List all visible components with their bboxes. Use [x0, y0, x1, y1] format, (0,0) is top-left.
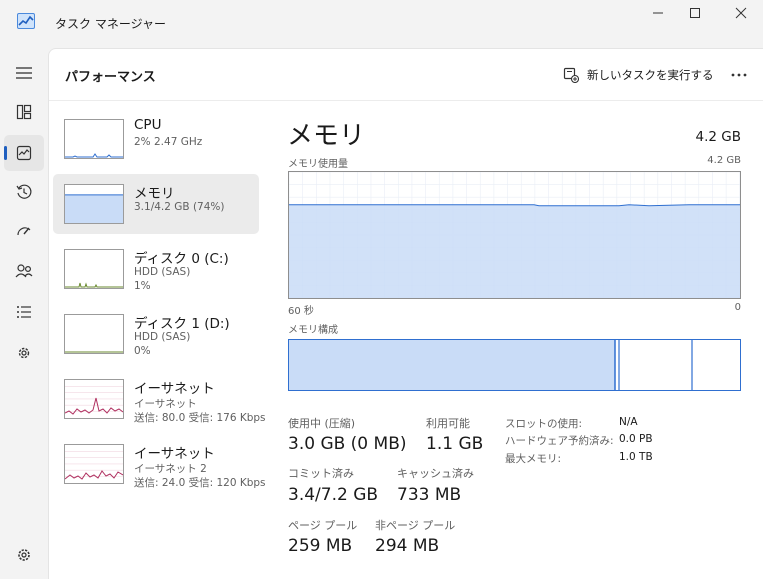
- device-thumbnail-graph: [64, 184, 124, 224]
- app-history-icon: [16, 184, 32, 199]
- slots-used-value: N/A: [619, 416, 638, 428]
- settings-icon: [18, 549, 30, 561]
- device-item-memory[interactable]: メモリ 3.1/4.2 GB (74%): [53, 174, 259, 234]
- run-new-task-button[interactable]: 新しいタスクを実行する: [563, 63, 714, 87]
- minimize-button[interactable]: [637, 2, 679, 24]
- nav-processes[interactable]: [4, 94, 44, 130]
- stat-paged-pool-label: ページ プール: [288, 519, 358, 532]
- hamburger-menu-icon: [16, 67, 32, 79]
- memory-usage-graph: [288, 171, 741, 299]
- device-subtitle: HDD (SAS): [134, 266, 191, 278]
- composition-in-use: [289, 340, 615, 390]
- hardware-reserved-label: ハードウェア予約済み:: [505, 435, 614, 447]
- device-thumbnail-graph: [64, 314, 124, 354]
- device-detail: 1%: [134, 280, 151, 292]
- device-item-disk[interactable]: ディスク 0 (C:) HDD (SAS) 1%: [53, 239, 259, 299]
- thumbnail-line: [65, 153, 123, 158]
- users-icon: [15, 264, 33, 278]
- composition-label: メモリ構成: [288, 325, 338, 336]
- nav-settings[interactable]: [4, 537, 44, 573]
- maximize-icon: [690, 8, 700, 18]
- nav-details[interactable]: [4, 294, 44, 330]
- window-title: タスク マネージャー: [55, 17, 166, 31]
- new-task-icon: [563, 67, 579, 83]
- stat-nonpaged-pool-value: 294 MB: [375, 536, 440, 556]
- thumbnail-line: [65, 282, 123, 288]
- device-name: ディスク 1 (D:): [134, 316, 230, 332]
- stat-cached-value: 733 MB: [397, 485, 462, 505]
- run-new-task-label: 新しいタスクを実行する: [587, 68, 714, 82]
- stat-available-value: 1.1 GB: [426, 434, 484, 454]
- detail-total-memory: 4.2 GB: [695, 129, 741, 145]
- details-icon: [17, 306, 31, 318]
- thumbnail-fill: [65, 194, 123, 223]
- nav-services[interactable]: [4, 335, 44, 371]
- usage-area: [289, 204, 740, 298]
- device-name: メモリ: [134, 186, 175, 202]
- device-item-network[interactable]: イーサネット イーサネット 2 送信: 24.0 受信: 120 Kbps: [53, 434, 266, 494]
- stat-in-use-value: 3.0 GB (0 MB): [288, 434, 407, 454]
- device-name: イーサネット: [134, 446, 215, 462]
- thumbnail-line: [65, 470, 123, 480]
- page-header: パフォーマンス 新しいタスクを実行する: [49, 49, 763, 101]
- device-detail: 0%: [134, 345, 151, 357]
- close-button[interactable]: [720, 2, 762, 24]
- device-item-cpu[interactable]: CPU 2% 2.47 GHz: [53, 109, 259, 169]
- device-name: イーサネット: [134, 381, 215, 397]
- max-memory-value: 1.0 TB: [619, 451, 653, 463]
- stat-cached-label: キャッシュ済み: [397, 467, 474, 480]
- hardware-reserved-value: 0.0 PB: [619, 433, 653, 445]
- max-memory-label: 最大メモリ:: [505, 453, 562, 465]
- usage-graph-label: メモリ使用量: [288, 159, 348, 170]
- minimize-icon: [653, 12, 663, 14]
- processes-icon: [16, 104, 32, 120]
- device-subtitle: 3.1/4.2 GB (74%): [134, 201, 225, 213]
- device-list: CPU 2% 2.47 GHz メモリ 3.1/4.2 GB (74%) ディスク 0 …: [53, 109, 266, 499]
- device-subtitle: 2% 2.47 GHz: [134, 136, 203, 148]
- detail-title: メモリ: [287, 121, 366, 151]
- memory-composition-bar: [288, 339, 741, 391]
- nav-menu-button[interactable]: [4, 55, 44, 91]
- stat-nonpaged-pool-label: 非ページ プール: [375, 519, 456, 532]
- device-item-disk[interactable]: ディスク 1 (D:) HDD (SAS) 0%: [53, 304, 259, 364]
- device-detail: 送信: 24.0 受信: 120 Kbps: [134, 477, 266, 489]
- startup-apps-icon: [17, 227, 31, 236]
- more-icon: [731, 73, 747, 77]
- slots-used-label: スロットの使用:: [505, 418, 583, 430]
- stat-available-label: 利用可能: [426, 417, 470, 430]
- content-surface: パフォーマンス 新しいタスクを実行する CPU 2% 2.47 GHz メモリ 3.1…: [48, 48, 763, 579]
- device-subtitle: イーサネット: [134, 398, 197, 410]
- page-title: パフォーマンス: [65, 70, 156, 85]
- device-item-network[interactable]: イーサネット イーサネット送信: 80.0 受信: 176 Kbps: [53, 369, 266, 429]
- device-thumbnail-graph: [64, 119, 124, 159]
- close-icon: [735, 7, 747, 19]
- graph-time-right: 0: [734, 302, 741, 313]
- stat-in-use-label: 使用中 (圧縮): [288, 417, 356, 430]
- usage-graph-max: 4.2 GB: [707, 155, 741, 166]
- title-bar: タスク マネージャー: [0, 0, 763, 48]
- stat-committed-value: 3.4/7.2 GB: [288, 485, 379, 505]
- stat-paged-pool-value: 259 MB: [288, 536, 353, 556]
- device-detail: 送信: 80.0 受信: 176 Kbps: [134, 412, 266, 424]
- device-thumbnail-graph: [64, 249, 124, 289]
- device-subtitle: イーサネット 2: [134, 463, 207, 475]
- nav-app-history[interactable]: [4, 174, 44, 210]
- nav-users[interactable]: [4, 253, 44, 289]
- stat-committed-label: コミット済み: [288, 467, 354, 480]
- nav-performance[interactable]: [4, 135, 44, 171]
- performance-icon: [16, 145, 32, 161]
- services-icon: [18, 347, 30, 359]
- device-thumbnail-graph: [64, 379, 124, 419]
- device-name: CPU: [134, 117, 162, 133]
- device-thumbnail-graph: [64, 444, 124, 484]
- device-subtitle: HDD (SAS): [134, 331, 191, 343]
- task-manager-app-icon: [17, 13, 35, 29]
- device-name: ディスク 0 (C:): [134, 251, 229, 267]
- maximize-button[interactable]: [674, 2, 716, 24]
- graph-time-left: 60 秒: [288, 306, 314, 317]
- nav-startup-apps[interactable]: [4, 213, 44, 249]
- more-options-button[interactable]: [727, 63, 751, 87]
